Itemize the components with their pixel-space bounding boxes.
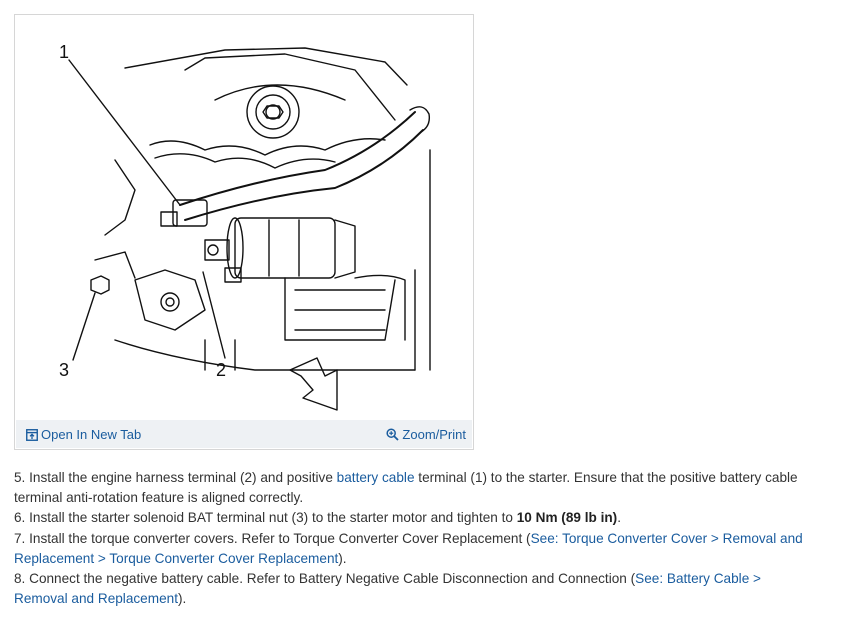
open-new-tab-link[interactable]: Open In New Tab: [26, 427, 141, 443]
callout-3-label: 3: [59, 360, 69, 380]
step-number: 8.: [14, 571, 26, 587]
zoom-print-link[interactable]: Zoom/Print: [386, 427, 466, 443]
step-number: 5.: [14, 470, 26, 485]
step-text: Install the torque converter covers. Ref…: [29, 530, 531, 546]
callout-1-label: 1: [59, 42, 69, 62]
zoom-print-label: Zoom/Print: [402, 427, 466, 442]
battery-cable-link[interactable]: battery cable: [337, 470, 415, 485]
step-number: 6.: [14, 510, 26, 526]
starter-motor-illustration: 1 2 3: [59, 42, 431, 411]
open-new-tab-icon: [26, 429, 38, 441]
zoom-in-icon: [386, 428, 400, 441]
torque-spec: 10 Nm (89 lb in): [516, 510, 618, 526]
step-text: Connect the negative battery cable. Refe…: [29, 571, 636, 587]
step-text: Install the starter solenoid BAT termina…: [29, 510, 517, 526]
step-8: 8. Connect the negative battery cable. R…: [14, 569, 814, 609]
callout-2-label: 2: [216, 360, 226, 380]
step-number: 7.: [14, 530, 26, 546]
step-text: ).: [177, 591, 187, 607]
step-7: 7. Install the torque converter covers. …: [14, 529, 814, 569]
procedure-steps: 5. Install the engine harness terminal (…: [14, 468, 814, 609]
step-text: ).: [338, 550, 347, 566]
step-5: 5. Install the engine harness terminal (…: [14, 468, 814, 508]
figure-footer: Open In New Tab Zoom/Print: [16, 420, 472, 448]
open-new-tab-label: Open In New Tab: [41, 427, 142, 442]
figure-card: 1 2 3 Open In New Tab Zoom/Print: [14, 14, 474, 450]
step-text: Install the engine harness terminal (2) …: [29, 470, 337, 485]
step-text: .: [617, 510, 621, 526]
step-6: 6. Install the starter solenoid BAT term…: [14, 508, 814, 528]
